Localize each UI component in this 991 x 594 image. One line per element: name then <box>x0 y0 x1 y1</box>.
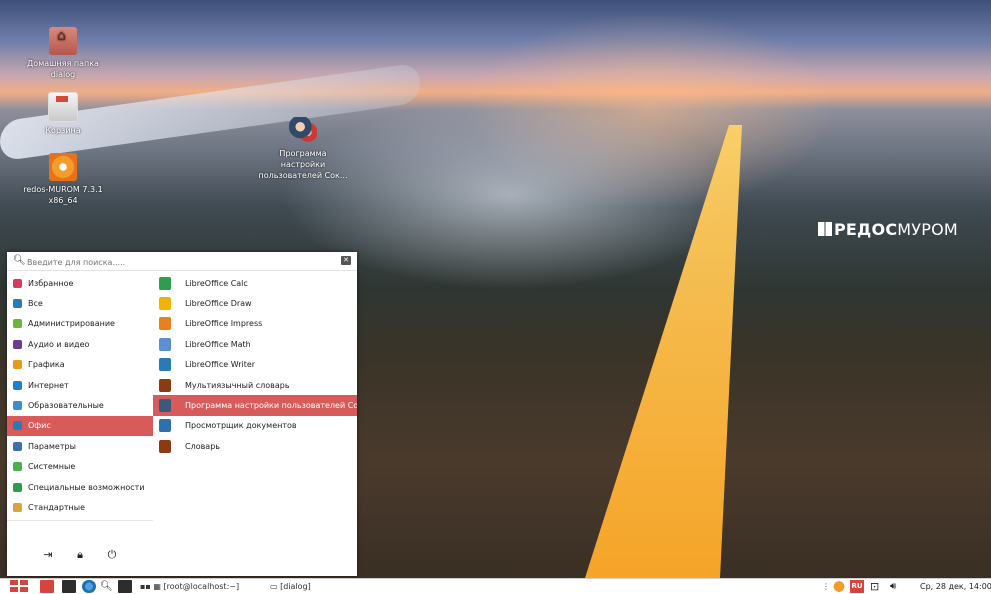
keyboard-layout-indicator[interactable]: RU <box>850 580 864 593</box>
session-buttons: ⇥ 🔒︎ ⏻ <box>7 548 153 568</box>
trash-icon <box>48 92 78 122</box>
browser-icon[interactable] <box>82 580 96 593</box>
menu-search-bar: 🔍︎ ✕ <box>7 252 357 271</box>
clock[interactable]: Ср, 28 дек, 14:00 <box>920 580 991 593</box>
search-icon: 🔍︎ <box>13 255 26 266</box>
dictionary-icon <box>159 439 171 453</box>
graphics-icon <box>13 360 22 370</box>
start-menu-button[interactable] <box>10 580 30 593</box>
volume-icon[interactable]: 🔊︎ <box>890 580 904 593</box>
desktop-icon-label: Программа настройки пользователей Сок... <box>258 149 348 180</box>
home-folder-icon <box>49 27 77 55</box>
settings-icon <box>13 441 22 451</box>
category-standard[interactable]: Стандартные <box>7 497 153 517</box>
math-icon <box>159 337 171 351</box>
users-icon <box>289 117 317 145</box>
menu-divider <box>7 520 153 521</box>
redos-brand-logo: РЕДОСМУРОМ <box>818 220 958 239</box>
impress-icon <box>159 317 171 331</box>
category-favorites[interactable]: Избранное <box>7 273 153 293</box>
app-libreoffice-draw[interactable]: LibreOffice Draw <box>153 293 357 313</box>
app-multilingual-dictionary[interactable]: Мультиязычный словарь <box>153 375 357 395</box>
clear-search-icon[interactable]: ✕ <box>341 256 351 265</box>
app-list: LibreOffice Calc LibreOffice Draw LibreO… <box>153 273 357 457</box>
desktop-icon-disc[interactable]: redos-MUROM 7.3.1 x86_64 <box>18 153 108 206</box>
draw-icon <box>159 297 171 311</box>
category-all[interactable]: Все <box>7 293 153 313</box>
app-document-viewer[interactable]: Просмотрщик документов <box>153 416 357 436</box>
disc-icon <box>49 153 77 181</box>
desktop-icon-label: Домашняя папка dialog <box>27 59 99 79</box>
document-viewer-icon <box>159 419 171 433</box>
category-audio-video[interactable]: Аудио и видео <box>7 334 153 354</box>
all-apps-icon <box>13 299 22 309</box>
standard-icon <box>13 502 22 512</box>
category-administration[interactable]: Администрирование <box>7 314 153 334</box>
writer-icon <box>159 358 171 372</box>
desktop-icon-label: Корзина <box>45 126 81 135</box>
app-libreoffice-math[interactable]: LibreOffice Math <box>153 334 357 354</box>
accessibility-icon <box>13 482 22 492</box>
desktop-icon-trash[interactable]: Корзина <box>18 92 108 136</box>
audio-video-icon <box>13 339 22 349</box>
lock-icon[interactable]: 🔒︎ <box>73 548 87 568</box>
app-libreoffice-calc[interactable]: LibreOffice Calc <box>153 273 357 293</box>
system-icon <box>13 462 22 472</box>
favorites-icon <box>13 278 22 288</box>
search-icon[interactable]: 🔍︎ <box>100 580 114 593</box>
office-icon <box>13 421 22 431</box>
taskbar: 🔍︎ ▪▪ ▦ [root@localhost:~] ▭ [dialog] ⋮ … <box>0 578 991 594</box>
category-system[interactable]: Системные <box>7 457 153 477</box>
category-internet[interactable]: Интернет <box>7 375 153 395</box>
desktop-icon-home[interactable]: Домашняя папка dialog <box>18 27 108 80</box>
power-icon[interactable]: ⏻ <box>105 548 119 568</box>
category-graphics[interactable]: Графика <box>7 355 153 375</box>
taskbar-window-terminal[interactable]: ▪▪ ▦ [root@localhost:~] <box>140 580 250 593</box>
app-libreoffice-writer[interactable]: LibreOffice Writer <box>153 355 357 375</box>
internet-icon <box>13 380 22 390</box>
category-accessibility[interactable]: Специальные возможности <box>7 477 153 497</box>
desktop-icon-label: redos-MUROM 7.3.1 x86_64 <box>23 185 103 205</box>
category-list: Избранное Все Администрирование Аудио и … <box>7 273 153 518</box>
dictionary-icon <box>159 378 171 392</box>
logout-icon[interactable]: ⇥ <box>41 548 55 568</box>
user-settings-icon <box>159 399 171 413</box>
administration-icon <box>13 319 22 329</box>
category-office[interactable]: Офис <box>7 415 153 437</box>
terminal-launcher-icon[interactable] <box>118 580 132 593</box>
desktop-icon-user-settings[interactable]: Программа настройки пользователей Сок... <box>258 117 348 181</box>
folder-icon: ▭ <box>270 582 281 591</box>
brand-mark-icon <box>818 222 832 236</box>
app-dictionary[interactable]: Словарь <box>153 436 357 456</box>
update-icon[interactable] <box>832 580 846 593</box>
start-menu: 🔍︎ ✕ Избранное Все Администрирование Ауд… <box>7 252 357 576</box>
app-libreoffice-impress[interactable]: LibreOffice Impress <box>153 314 357 334</box>
window-icon: ▪▪ ▦ <box>140 582 164 591</box>
network-icon[interactable]: ⊡ <box>870 580 884 593</box>
app-launcher-icon[interactable] <box>40 580 54 593</box>
search-input[interactable] <box>25 254 329 270</box>
app-user-settings[interactable]: Программа настройки пользователей Сок... <box>153 395 357 416</box>
terminal-icon[interactable] <box>62 580 76 593</box>
calc-icon <box>159 276 171 290</box>
category-education[interactable]: Образовательные <box>7 395 153 415</box>
education-icon <box>13 401 22 411</box>
category-settings[interactable]: Параметры <box>7 436 153 456</box>
taskbar-window-dialog[interactable]: ▭ [dialog] <box>270 580 350 593</box>
